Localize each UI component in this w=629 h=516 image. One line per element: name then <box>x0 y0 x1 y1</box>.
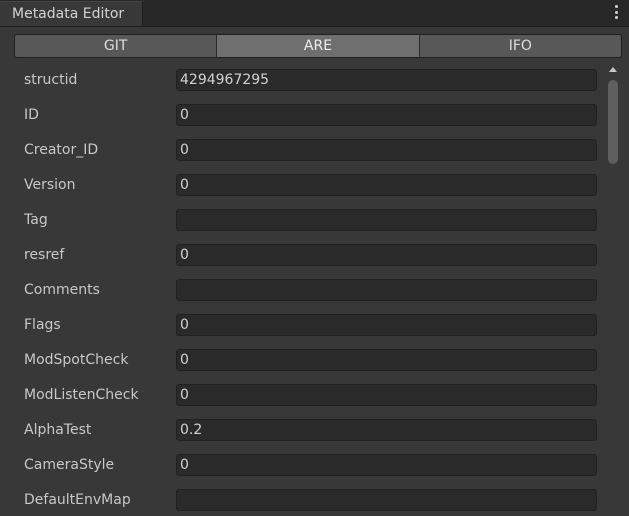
kebab-menu-icon[interactable] <box>613 4 619 20</box>
field-row-resref: resref 0 <box>14 239 604 274</box>
field-label: ModListenCheck <box>24 387 139 403</box>
tag-field[interactable] <box>176 209 597 231</box>
flags-field[interactable]: 0 <box>176 314 597 336</box>
menu-dot <box>614 5 618 8</box>
field-row-camerastyle: CameraStyle 0 <box>14 449 604 484</box>
defaultenvmap-field[interactable] <box>176 489 597 511</box>
field-label: Tag <box>24 212 48 228</box>
modspotcheck-field[interactable]: 0 <box>176 349 597 371</box>
field-label: CameraStyle <box>24 457 115 473</box>
vertical-scrollbar[interactable] <box>606 64 620 516</box>
field-row-structid: structid 4294967295 <box>14 64 604 99</box>
scrollbar-thumb[interactable] <box>608 80 618 164</box>
field-label: structid <box>24 72 78 88</box>
creator-id-field[interactable]: 0 <box>176 139 597 161</box>
field-label: resref <box>24 247 65 263</box>
menu-dot <box>614 10 618 14</box>
resref-field[interactable]: 0 <box>176 244 597 266</box>
field-row-id: ID 0 <box>14 99 604 134</box>
scroll-up-arrow-icon[interactable] <box>609 67 617 72</box>
field-label: Flags <box>24 317 61 333</box>
camerastyle-field[interactable]: 0 <box>176 454 597 476</box>
tab-are[interactable]: ARE <box>217 35 420 57</box>
menu-dot <box>614 16 618 19</box>
field-row-tag: Tag <box>14 204 604 239</box>
field-label: Creator_ID <box>24 142 99 158</box>
field-label: Comments <box>24 282 100 298</box>
version-field[interactable]: 0 <box>176 174 597 196</box>
tab-git[interactable]: GIT <box>15 35 218 57</box>
field-row-modlistencheck: ModListenCheck 0 <box>14 379 604 414</box>
alphatest-field[interactable]: 0.2 <box>176 419 597 441</box>
field-row-defaultenvmap: DefaultEnvMap <box>14 484 604 516</box>
field-row-modspotcheck: ModSpotCheck 0 <box>14 344 604 379</box>
metadata-editor-window: Metadata Editor GIT ARE IFO structid 429… <box>0 0 629 516</box>
type-segmented-control: GIT ARE IFO <box>14 34 622 58</box>
modlistencheck-field[interactable]: 0 <box>176 384 597 406</box>
window-tab-strip: Metadata Editor <box>0 0 629 27</box>
field-label: DefaultEnvMap <box>24 492 131 508</box>
field-row-creator-id: Creator_ID 0 <box>14 134 604 169</box>
field-row-version: Version 0 <box>14 169 604 204</box>
field-row-comments: Comments <box>14 274 604 309</box>
id-field[interactable]: 0 <box>176 104 597 126</box>
field-label: Version <box>24 177 76 193</box>
field-row-alphatest: AlphaTest 0.2 <box>14 414 604 449</box>
field-label: ModSpotCheck <box>24 352 129 368</box>
fields-list: structid 4294967295 ID 0 Creator_ID 0 Ve… <box>14 64 604 516</box>
field-label: AlphaTest <box>24 422 92 438</box>
field-label: ID <box>24 107 39 123</box>
structid-field[interactable]: 4294967295 <box>176 69 597 91</box>
window-tab-metadata-editor[interactable]: Metadata Editor <box>0 1 143 26</box>
comments-field[interactable] <box>176 279 597 301</box>
tab-ifo[interactable]: IFO <box>419 35 621 57</box>
field-row-flags: Flags 0 <box>14 309 604 344</box>
